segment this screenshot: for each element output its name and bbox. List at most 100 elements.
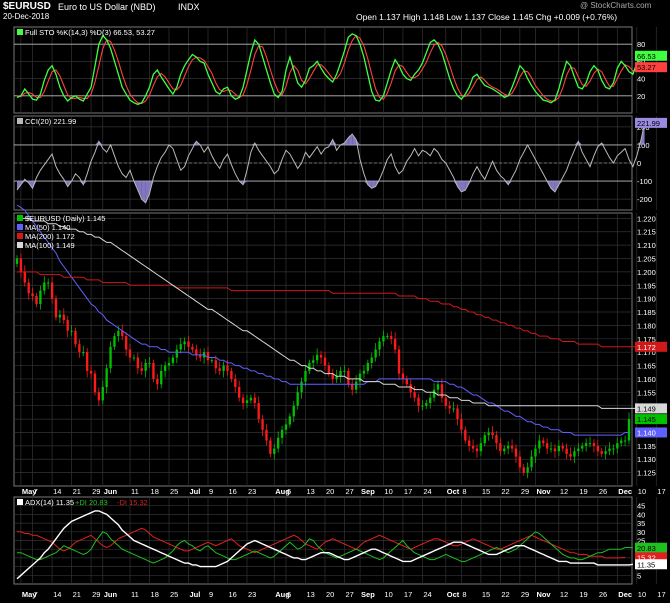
candle-body: [553, 448, 557, 452]
x-axis-label: Dec: [618, 487, 632, 496]
candle-body: [545, 443, 549, 449]
candle-body: [47, 282, 50, 284]
x-axis-label: 18: [151, 590, 159, 599]
candle-body: [592, 443, 596, 446]
y-tick-label: 40: [637, 510, 645, 519]
candle-body: [542, 440, 545, 444]
candle-body: [195, 349, 198, 355]
stochastic-d-last: 53.27: [637, 63, 656, 72]
y-tick-label: 80: [637, 40, 645, 49]
candle-body: [245, 400, 249, 404]
candle-body: [292, 405, 295, 417]
candle-body: [312, 360, 315, 363]
candle-body: [604, 451, 607, 454]
price-legend-3-swatch: [17, 242, 23, 248]
stochastic-legend-swatch: [17, 29, 23, 35]
candle-body: [549, 448, 553, 450]
candle-body: [35, 295, 38, 304]
y-tick-label: 1.180: [637, 321, 656, 330]
candle-body: [210, 360, 214, 362]
x-axis-label: 16: [228, 487, 236, 496]
x-axis-label: 15: [482, 590, 490, 599]
x-axis-label: Jun: [104, 590, 118, 599]
cci-legend-swatch: [17, 118, 23, 124]
x-axis-label: Jul: [190, 487, 201, 496]
x-axis-label: 29: [92, 487, 100, 496]
candle-body: [78, 344, 81, 353]
candle-body: [101, 386, 104, 401]
stochastic-legend: Full STO %K(14,3) %D(3) 66.53, 53.27: [25, 28, 155, 37]
candle-body: [23, 271, 26, 283]
candle-body: [218, 368, 221, 371]
candle-body: [612, 448, 615, 450]
candle-body: [214, 360, 217, 369]
candle-body: [132, 357, 136, 359]
candle-body: [468, 440, 471, 446]
price-legend-1: MA(50) 1.140: [25, 223, 70, 232]
x-axis-label: Sep: [361, 487, 375, 496]
candle-body: [304, 370, 307, 382]
candle-body: [66, 320, 69, 331]
price-last-1.140: 1.140: [637, 428, 656, 437]
y-tick-label: 1.160: [637, 375, 656, 384]
cci-panel: -200-1000100200CCI(20) 221.99221.99: [13, 115, 667, 211]
y-tick-label: 40: [637, 75, 645, 84]
candle-body: [58, 314, 62, 318]
candle-body: [187, 341, 190, 347]
candle-body: [475, 448, 479, 452]
x-axis-label: 7: [34, 590, 38, 599]
x-axis-label: 19: [579, 487, 587, 496]
candle-body: [623, 440, 627, 442]
candle-body: [386, 336, 389, 338]
price-legend-2: MA(200) 1.172: [25, 232, 75, 241]
x-axis-label: 22: [501, 590, 509, 599]
y-tick-label: 45: [637, 502, 645, 511]
candle-body: [105, 368, 108, 387]
x-axis-label: 20: [326, 590, 334, 599]
candle-body: [538, 440, 541, 449]
candle-body: [506, 445, 510, 449]
x-axis-label: Oct: [447, 590, 460, 599]
candle-body: [280, 429, 284, 438]
candle-body: [378, 341, 381, 350]
candle-body: [456, 408, 459, 420]
candle-body: [440, 384, 444, 398]
price-legend-2-swatch: [17, 233, 23, 239]
candle-body: [296, 392, 299, 406]
candle-body: [27, 282, 30, 294]
y-tick-label: 5: [637, 571, 641, 580]
candle-body: [191, 346, 194, 350]
candle-body: [530, 456, 533, 468]
candle-body: [358, 373, 362, 382]
y-tick-label: 1.205: [637, 255, 656, 264]
x-axis-label: 7: [34, 487, 38, 496]
candle-body: [241, 397, 245, 404]
price-legend-3: MA(100) 1.149: [25, 241, 75, 250]
candle-body: [206, 352, 210, 361]
candle-body: [323, 357, 327, 366]
x-axis-label: 12: [560, 590, 568, 599]
stock-chart: 20406080Full STO %K(14,3) %D(3) 66.53, 5…: [13, 26, 667, 599]
y-tick-label: -100: [637, 177, 652, 186]
price-last-1.145: 1.145: [637, 415, 656, 424]
candle-body: [510, 445, 514, 449]
candle-body: [436, 384, 440, 390]
candle-body: [483, 435, 486, 444]
price-legend-1-swatch: [17, 224, 23, 230]
candle-body: [343, 370, 346, 372]
y-tick-label: 1.200: [637, 268, 656, 277]
candle-body: [405, 378, 408, 385]
candle-body: [514, 448, 518, 457]
x-axis-label: 26: [599, 590, 607, 599]
candle-body: [534, 448, 537, 457]
candle-body: [136, 357, 140, 369]
candle-body: [144, 362, 147, 371]
x-axis-label: 6: [287, 590, 291, 599]
candle-body: [413, 392, 416, 398]
candle-body: [452, 408, 455, 410]
candle-body: [249, 397, 253, 401]
candle-body: [417, 397, 420, 406]
x-axis-label: 24: [423, 487, 431, 496]
candle-body: [487, 432, 490, 436]
candle-body: [257, 403, 260, 420]
